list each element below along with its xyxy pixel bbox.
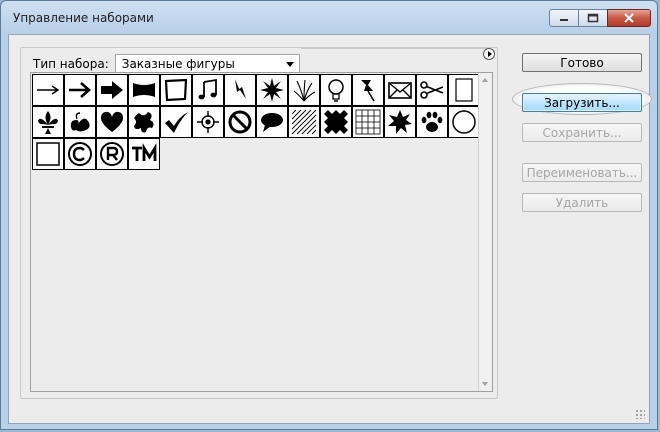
- shape-cell[interactable]: [64, 138, 96, 170]
- shape-cell[interactable]: [192, 106, 224, 138]
- shape-cell[interactable]: [416, 106, 448, 138]
- burst-icon: [388, 110, 412, 134]
- shape-cell[interactable]: [256, 106, 288, 138]
- group-divider: [301, 48, 495, 60]
- grid-pattern-icon: [355, 109, 381, 135]
- lightbulb-icon: [328, 79, 344, 102]
- rename-button[interactable]: Переименовать...: [522, 163, 642, 182]
- shape-cell[interactable]: [96, 138, 128, 170]
- circle-icon: [452, 110, 476, 134]
- shape-cell[interactable]: [352, 74, 384, 106]
- grass-icon: [293, 79, 316, 102]
- maximize-button[interactable]: [578, 9, 608, 27]
- trademark-icon: [132, 143, 157, 161]
- checkmark-icon: [165, 112, 188, 133]
- caption-buttons: [549, 9, 651, 27]
- shape-cell[interactable]: [128, 106, 160, 138]
- shape-cell[interactable]: [32, 138, 64, 170]
- music-note-icon: [198, 78, 217, 100]
- dialog-body: Тип набора: Заказные фигуры Готово Загру…: [8, 34, 652, 424]
- banner-icon: [133, 83, 155, 97]
- shape-cell[interactable]: [64, 106, 96, 138]
- shape-cell[interactable]: [224, 74, 256, 106]
- shape-cell[interactable]: [448, 106, 480, 138]
- done-button[interactable]: Готово: [522, 53, 642, 72]
- shape-cell[interactable]: [320, 74, 352, 106]
- square-icon: [36, 142, 60, 166]
- paw-print-icon: [421, 111, 443, 132]
- shape-cell[interactable]: [384, 74, 416, 106]
- minimize-button[interactable]: [549, 9, 579, 27]
- maximize-icon: [587, 13, 599, 23]
- shape-cell[interactable]: [320, 106, 352, 138]
- heart-icon: [100, 111, 124, 132]
- splat-icon: [134, 112, 154, 133]
- dialog-window: Управление наборами Тип набора: Заказные…: [0, 0, 658, 430]
- diamond-pattern-icon: [324, 110, 348, 134]
- shape-cell[interactable]: [384, 106, 416, 138]
- set-type-row: Тип набора: Заказные фигуры: [29, 54, 304, 74]
- shape-cell[interactable]: [128, 74, 160, 106]
- shape-cell[interactable]: [416, 74, 448, 106]
- vertical-scrollbar[interactable]: [478, 73, 492, 391]
- frame-icon: [164, 78, 188, 102]
- delete-button[interactable]: Удалить: [522, 193, 642, 212]
- load-button[interactable]: Загрузить...: [522, 93, 642, 112]
- shape-cell[interactable]: [192, 74, 224, 106]
- resize-grip[interactable]: [635, 409, 645, 419]
- target-icon: [197, 111, 219, 133]
- arrow-thin-icon: [37, 85, 60, 95]
- set-type-value: Заказные фигуры: [121, 57, 235, 71]
- arrow-bold-icon: [101, 81, 123, 99]
- ornament-icon: [70, 112, 90, 132]
- no-symbol-icon: [228, 110, 252, 134]
- speech-bubble-icon: [261, 113, 283, 132]
- scroll-down-icon[interactable]: [482, 382, 488, 386]
- chevron-down-icon: [285, 62, 294, 67]
- shape-cell[interactable]: [224, 106, 256, 138]
- save-button[interactable]: Сохранить...: [522, 123, 642, 142]
- envelope-icon: [388, 82, 412, 99]
- shape-cell[interactable]: [96, 106, 128, 138]
- close-icon: [624, 13, 634, 23]
- thumbtack-icon: [361, 80, 375, 102]
- scroll-up-icon[interactable]: [482, 78, 488, 82]
- blank-page-icon: [455, 78, 473, 102]
- close-button[interactable]: [607, 9, 651, 27]
- starburst-icon: [260, 78, 284, 102]
- shape-list[interactable]: [30, 72, 493, 392]
- shape-cell[interactable]: [32, 106, 64, 138]
- copyright-icon: [68, 142, 92, 166]
- window-title: Управление наборами: [13, 11, 154, 25]
- title-bar[interactable]: Управление наборами: [1, 1, 657, 35]
- fleur-de-lis-icon: [38, 111, 58, 134]
- panel-menu-button[interactable]: [483, 48, 495, 60]
- set-type-label: Тип набора:: [33, 57, 109, 71]
- shape-cell[interactable]: [448, 74, 480, 106]
- shape-cell[interactable]: [96, 74, 128, 106]
- arrow-medium-icon: [69, 82, 91, 98]
- hatch-pattern-icon: [291, 109, 317, 135]
- scissors-icon: [420, 81, 444, 99]
- shape-cell[interactable]: [64, 74, 96, 106]
- shape-cell[interactable]: [288, 106, 320, 138]
- shape-cell[interactable]: [160, 74, 192, 106]
- registered-icon: [100, 142, 124, 166]
- set-type-select[interactable]: Заказные фигуры: [114, 54, 300, 74]
- shape-cell[interactable]: [128, 138, 160, 170]
- shape-cell[interactable]: [256, 74, 288, 106]
- shape-cell[interactable]: [288, 74, 320, 106]
- shape-cell[interactable]: [160, 106, 192, 138]
- lightning-icon: [235, 79, 246, 99]
- minimize-icon: [560, 19, 568, 21]
- shape-cell[interactable]: [32, 74, 64, 106]
- shape-cell[interactable]: [352, 106, 384, 138]
- preset-group: Тип набора: Заказные фигуры: [20, 47, 498, 399]
